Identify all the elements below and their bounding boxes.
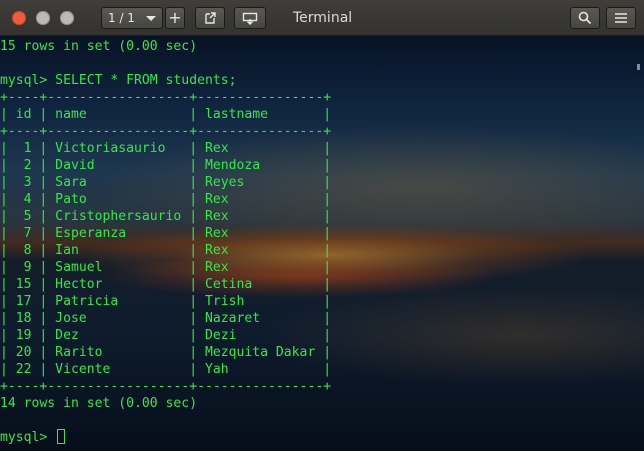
- prompt-text: mysql>: [0, 430, 56, 445]
- terminal-line: | 4 | Pato | Rex |: [0, 192, 332, 207]
- terminal-line: | 15 | Hector | Cetina |: [0, 277, 332, 292]
- terminal-lines: 15 rows in set (0.00 sec) mysql> SELECT *…: [0, 38, 644, 446]
- terminal-line: | 22 | Vicente | Yah |: [0, 362, 332, 377]
- export-icon: [205, 12, 216, 24]
- text-cursor: [57, 429, 66, 444]
- terminal-output[interactable]: 15 rows in set (0.00 sec) mysql> SELECT *…: [0, 36, 644, 451]
- terminal-line: | 2 | David | Mendoza |: [0, 158, 332, 173]
- tab-selector-dropdown[interactable]: 1 / 1: [101, 7, 163, 29]
- maximize-window-button[interactable]: [60, 11, 74, 25]
- minimize-window-button[interactable]: [36, 11, 50, 25]
- terminal-line: +----+------------------+---------------…: [0, 379, 332, 394]
- terminal-line: | 7 | Esperanza | Rex |: [0, 226, 332, 241]
- terminal-line: +----+------------------+---------------…: [0, 124, 332, 139]
- terminal-line: | 20 | Rarito | Mezquita Dakar |: [0, 345, 332, 360]
- terminal-line: | 8 | Ian | Rex |: [0, 243, 332, 258]
- terminal-line: +----+------------------+---------------…: [0, 90, 332, 105]
- terminal-line: | 19 | Dez | Dezi |: [0, 328, 332, 343]
- menu-button[interactable]: [606, 7, 636, 29]
- terminal-line: | 1 | Victoriasaurio | Rex |: [0, 141, 332, 156]
- terminal-line: | 3 | Sara | Reyes |: [0, 175, 332, 190]
- detach-icon: [242, 12, 258, 25]
- search-button[interactable]: [570, 7, 600, 29]
- hamburger-menu-icon: [615, 13, 627, 23]
- terminal-line: | 17 | Patricia | Trish |: [0, 294, 332, 309]
- terminal-window: 1 / 1 + Terminal 15 rows in set (0.00 se…: [0, 0, 644, 451]
- title-bar: 1 / 1 + Terminal: [0, 0, 644, 36]
- chevron-down-icon: [146, 16, 156, 21]
- terminal-line: | 18 | Jose | Nazaret |: [0, 311, 332, 326]
- tab-indicator: 1 / 1: [108, 11, 135, 25]
- close-window-button[interactable]: [12, 11, 26, 25]
- scrollbar-indicator[interactable]: [637, 64, 640, 70]
- terminal-line: 15 rows in set (0.00 sec): [0, 39, 198, 54]
- terminal-line: | 5 | Cristophersaurio | Rex |: [0, 209, 332, 224]
- new-tab-button[interactable]: +: [165, 7, 185, 29]
- search-icon: [578, 11, 592, 25]
- terminal-line: 14 rows in set (0.00 sec): [0, 396, 198, 411]
- window-title: Terminal: [293, 10, 353, 26]
- export-button[interactable]: [195, 7, 225, 29]
- prompt-line[interactable]: mysql>: [0, 429, 644, 446]
- detach-tab-button[interactable]: [234, 7, 266, 29]
- terminal-line: | id | name | lastname |: [0, 107, 332, 122]
- new-tab-label: +: [168, 8, 182, 27]
- terminal-line: mysql> SELECT * FROM students;: [0, 73, 237, 88]
- terminal-line: | 9 | Samuel | Rex |: [0, 260, 332, 275]
